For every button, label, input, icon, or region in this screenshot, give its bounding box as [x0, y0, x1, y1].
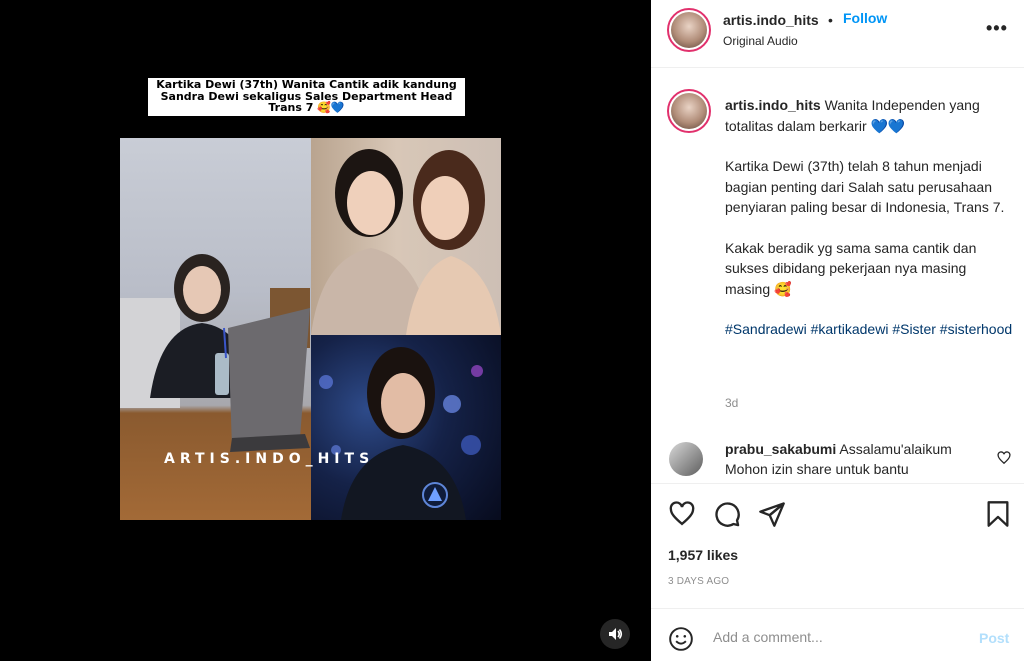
watermark: ARTIS.INDO_HITS	[164, 451, 375, 467]
mute-button[interactable]	[600, 619, 630, 649]
comment-like-heart-icon[interactable]	[997, 451, 1011, 465]
post-button[interactable]: Post	[979, 630, 1009, 646]
caption-para3: Kakak beradik yg sama sama cantik dan su…	[725, 239, 977, 297]
comment-item: prabu_sakabumi Assalamu'alaikum Mohon iz…	[725, 439, 995, 479]
comment-username[interactable]: prabu_sakabumi	[725, 441, 836, 457]
collage-photo-sisters	[311, 138, 501, 335]
caption-username[interactable]: artis.indo_hits	[725, 97, 821, 113]
heart-icon[interactable]	[668, 500, 696, 528]
collage-photo-portrait	[311, 335, 501, 520]
caption-para2: Kartika Dewi (37th) telah 8 tahun menjad…	[725, 158, 1005, 215]
bookmark-icon[interactable]	[985, 500, 1011, 528]
emoji-icon[interactable]	[668, 626, 694, 652]
more-options-icon[interactable]: •••	[986, 18, 1008, 39]
post-header: artis.indo_hits • Follow Original Audio …	[651, 0, 1024, 68]
caption-hashtags[interactable]: #Sandradewi #kartikadewi #Sister #sister…	[725, 319, 1015, 340]
avatar[interactable]	[667, 8, 711, 52]
add-comment-bar: Post	[651, 608, 1024, 661]
caption-time[interactable]: 3d	[725, 396, 738, 410]
portrait-illustration	[341, 347, 466, 520]
audio-label[interactable]: Original Audio	[723, 34, 798, 48]
overlay-caption: Kartika Dewi (37th) Wanita Cantik adik k…	[148, 78, 465, 116]
post-media[interactable]: Kartika Dewi (37th) Wanita Cantik adik k…	[0, 0, 651, 661]
post-timestamp[interactable]: 3 DAYS AGO	[668, 576, 729, 587]
comments-section[interactable]: artis.indo_hits Wanita Independen yang t…	[651, 69, 1024, 483]
speaker-icon	[609, 628, 623, 640]
comment-icon[interactable]	[713, 500, 741, 528]
share-icon[interactable]	[758, 500, 786, 528]
caption-avatar[interactable]	[667, 89, 711, 133]
separator-dot: •	[828, 12, 833, 28]
follow-button[interactable]: Follow	[843, 10, 887, 26]
post-caption: artis.indo_hits Wanita Independen yang t…	[725, 95, 1015, 340]
likes-count[interactable]: 1,957 likes	[668, 547, 738, 563]
comment-avatar[interactable]	[669, 442, 703, 476]
sisters-illustration	[311, 149, 501, 335]
action-bar: 1,957 likes 3 DAYS AGO	[651, 483, 1024, 609]
header-username[interactable]: artis.indo_hits	[723, 12, 819, 28]
comment-input[interactable]	[713, 625, 963, 649]
post-side-panel: artis.indo_hits • Follow Original Audio …	[651, 0, 1024, 661]
